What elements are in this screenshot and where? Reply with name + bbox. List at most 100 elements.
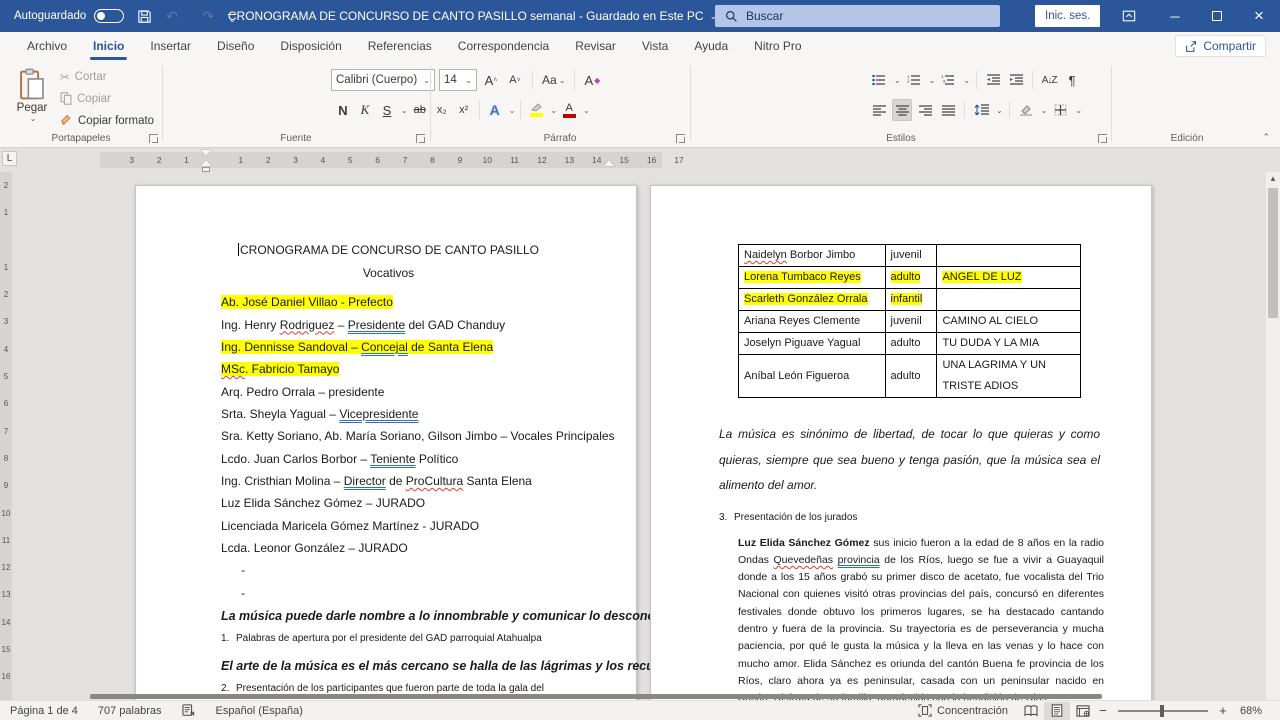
- group-styles: AaBbCcDc ¶ Normal AaBbCcDc ¶ Sin espa...…: [691, 60, 1111, 147]
- focus-icon: [918, 704, 932, 717]
- italic-button[interactable]: K: [355, 99, 375, 121]
- font-dialog-launcher[interactable]: [416, 134, 425, 143]
- format-painter-icon: [60, 114, 73, 127]
- jury-bio-1: Luz Elida Sánchez Gómez sus inicio fuero…: [738, 535, 1104, 701]
- doc-line: Ab. José Daniel Villao - Prefecto: [221, 291, 556, 313]
- styles-dialog-launcher[interactable]: [1098, 134, 1107, 143]
- close-button[interactable]: ×: [1242, 0, 1276, 32]
- toggle-knob: [97, 12, 105, 20]
- table-row[interactable]: Naidelyn Borbor Jimbo juvenil: [739, 245, 1081, 267]
- focus-mode-button[interactable]: Concentración: [908, 701, 1018, 720]
- doc-quote-3: La música es sinónimo de libertad, de to…: [719, 422, 1100, 499]
- doc-line: Ing. Dennisse Sandoval – Concejal de San…: [221, 336, 556, 358]
- participants-table: Naidelyn Borbor Jimbo juvenil Lorena Tum…: [738, 244, 1081, 398]
- collapse-ribbon-icon[interactable]: ⌃: [1262, 132, 1270, 143]
- underline-dropdown-icon[interactable]: ⌄: [401, 106, 408, 115]
- clipboard-dialog-launcher[interactable]: [149, 134, 158, 143]
- sign-in-button[interactable]: Inic. ses.: [1035, 5, 1100, 27]
- proofing-status-icon[interactable]: [172, 701, 206, 720]
- copy-icon: [60, 92, 72, 105]
- table-row[interactable]: Scarleth González Orrala infantil: [739, 289, 1081, 311]
- first-line-indent-marker[interactable]: [201, 150, 211, 156]
- autosave-label: Autoguardado: [14, 10, 86, 22]
- read-mode-button[interactable]: [1018, 702, 1044, 720]
- zoom-slider[interactable]: [1118, 710, 1208, 712]
- web-layout-button[interactable]: [1070, 702, 1096, 720]
- ribbon-tab-row: ArchivoInicioInsertarDiseñoDisposiciónRe…: [0, 32, 1280, 60]
- doc-line: Ing. Henry Rodriguez – Presidente del GA…: [221, 313, 556, 335]
- ribbon-tab[interactable]: Archivo: [14, 32, 80, 60]
- underline-button[interactable]: S: [377, 99, 397, 121]
- doc-subheading: Vocativos: [221, 265, 556, 281]
- font-family-select[interactable]: Calibri (Cuerpo)⌄: [331, 69, 435, 91]
- ribbon-tab[interactable]: Disposición: [267, 32, 354, 60]
- doc-line: Srta. Sheyla Yagual – Vicepresidente: [221, 403, 556, 425]
- zoom-slider-thumb[interactable]: [1160, 705, 1164, 717]
- text-cursor: [238, 243, 239, 256]
- doc-line: -: [221, 559, 556, 581]
- ribbon: Pegar ⌄ ✂Cortar Copiar Copiar formato Po…: [0, 60, 1280, 148]
- document-page-2[interactable]: Naidelyn Borbor Jimbo juvenil Lorena Tum…: [650, 185, 1152, 700]
- minimize-button[interactable]: ─: [1158, 0, 1192, 32]
- right-indent-marker[interactable]: [604, 160, 614, 166]
- vertical-scroll-thumb[interactable]: [1268, 188, 1278, 318]
- table-row[interactable]: Lorena Tumbaco Reyes adulto ANGEL DE LUZ: [739, 267, 1081, 289]
- share-button[interactable]: Compartir: [1175, 35, 1266, 57]
- zoom-in-button[interactable]: +: [1216, 703, 1230, 718]
- document-canvas: 2112345678910111213141516 CRONOGRAMA DE …: [0, 172, 1280, 700]
- page-number-status[interactable]: Página 1 de 4: [0, 701, 88, 720]
- undo-icon: ↶⌄: [164, 4, 188, 28]
- horizontal-ruler[interactable]: 321 1234567891011121314151617: [100, 152, 662, 168]
- scroll-up-icon[interactable]: ▲: [1266, 172, 1280, 186]
- document-page-1[interactable]: CRONOGRAMA DE CONCURSO DE CANTO PASILLO …: [135, 185, 637, 700]
- print-layout-button[interactable]: [1044, 702, 1070, 720]
- search-icon: [725, 10, 738, 23]
- autosave-toggle[interactable]: [94, 9, 124, 23]
- table-row[interactable]: Joselyn Piguave Yagual adulto TU DUDA Y …: [739, 333, 1081, 355]
- title-bar: Autoguardado ↶⌄ ↷ ⌄ CRONOGRAMA DE CONCUR…: [0, 0, 1280, 32]
- doc-line: Licenciada Maricela Gómez Martínez - JUR…: [221, 514, 556, 536]
- ribbon-tab[interactable]: Inicio: [80, 32, 137, 60]
- paste-button[interactable]: Pegar ⌄: [10, 68, 54, 134]
- zoom-out-button[interactable]: −: [1096, 703, 1110, 718]
- cut-button: ✂Cortar: [60, 70, 107, 84]
- tab-stop-selector[interactable]: L: [2, 151, 17, 166]
- bold-button[interactable]: N: [333, 99, 353, 121]
- strikethrough-button[interactable]: ab: [410, 99, 430, 121]
- group-clipboard: Pegar ⌄ ✂Cortar Copiar Copiar formato Po…: [0, 60, 162, 147]
- group-paragraph: ⌄ 12 ⌄ 1a ⌄ A↓Z ¶: [431, 60, 689, 147]
- doc-line: MSc. Fabricio Tamayo: [221, 358, 556, 380]
- hanging-indent-marker[interactable]: [201, 160, 211, 166]
- table-row[interactable]: Ariana Reyes Clemente juvenil CAMINO AL …: [739, 311, 1081, 333]
- doc-line: Arq. Pedro Orrala – presidente: [221, 380, 556, 402]
- vertical-scrollbar[interactable]: ▲: [1266, 172, 1280, 700]
- zoom-level[interactable]: 68%: [1230, 701, 1272, 720]
- group-font: Calibri (Cuerpo)⌄ 14⌄ A˄ A˅ Aa⌄ A◆ N K S…: [163, 60, 429, 147]
- language-status[interactable]: Español (España): [206, 701, 313, 720]
- save-icon[interactable]: [132, 4, 156, 28]
- horizontal-scroll-thumb[interactable]: [90, 694, 1102, 699]
- doc-line: Ing. Cristhian Molina – Director de ProC…: [221, 470, 556, 492]
- search-input[interactable]: Buscar: [715, 5, 1000, 27]
- word-count-status[interactable]: 707 palabras: [88, 701, 172, 720]
- ribbon-tab[interactable]: Referencias: [355, 32, 445, 60]
- restore-button[interactable]: [1200, 0, 1234, 32]
- doc-numbered-item-1: 1.Palabras de apertura por el presidente…: [221, 629, 556, 649]
- ribbon-tab[interactable]: Correspondencia: [445, 32, 562, 60]
- ribbon-tab[interactable]: Ayuda: [681, 32, 741, 60]
- vertical-ruler[interactable]: 2112345678910111213141516: [0, 172, 12, 700]
- table-row[interactable]: Aníbal León Figueroa adulto UNA LAGRIMA …: [739, 355, 1081, 398]
- ribbon-tab[interactable]: Diseño: [204, 32, 267, 60]
- paragraph-dialog-launcher[interactable]: [676, 134, 685, 143]
- doc-numbered-item-3: 3.Presentación de los jurados: [719, 508, 1081, 528]
- ribbon-display-options-icon[interactable]: [1112, 0, 1146, 32]
- doc-line: Lcda. Leonor González – JURADO: [221, 537, 556, 559]
- ribbon-tab[interactable]: Vista: [629, 32, 681, 60]
- document-title[interactable]: CRONOGRAMA DE CONCURSO DE CANTO PASILLO …: [230, 0, 715, 32]
- ribbon-tab[interactable]: Insertar: [137, 32, 204, 60]
- ribbon-tab[interactable]: Nitro Pro: [741, 32, 814, 60]
- ribbon-tab[interactable]: Revisar: [562, 32, 629, 60]
- group-editing: Buscar⌄ bc Reemplazar Seleccionar⌄ Edici…: [1112, 60, 1262, 147]
- paste-dropdown-icon[interactable]: ⌄: [30, 114, 37, 123]
- format-painter-button[interactable]: Copiar formato: [60, 114, 154, 127]
